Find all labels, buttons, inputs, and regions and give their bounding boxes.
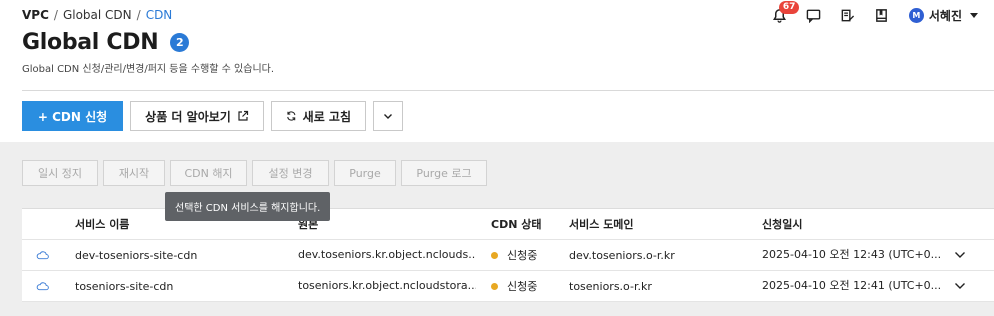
table-row[interactable]: toseniors-site-cdn toseniors.kr.object.n…: [22, 271, 994, 302]
guide-button[interactable]: [865, 4, 899, 26]
book-icon: [876, 8, 888, 22]
cdn-list-panel: 일시 정지 재시작 CDN 해지 설정 변경 Purge Purge 로그 선택…: [0, 142, 994, 316]
more-actions-dropdown[interactable]: [373, 101, 403, 131]
user-menu[interactable]: M 서혜진: [908, 7, 978, 24]
apply-cdn-button[interactable]: + CDN 신청: [22, 101, 123, 131]
breadcrumb-cdn[interactable]: CDN: [146, 8, 173, 22]
status-text: 신청중: [507, 280, 538, 293]
breadcrumb-vpc[interactable]: VPC: [22, 8, 49, 22]
cdn-table: 서비스 이름 원본 CDN 상태 서비스 도메인 신청일시 dev-toseni…: [22, 208, 994, 302]
breadcrumb: VPC / Global CDN / CDN: [22, 8, 172, 22]
status-dot-icon: [491, 251, 498, 259]
chevron-down-icon: [955, 252, 965, 258]
action-bar: + CDN 신청 상품 더 알아보기 새로 고침: [22, 101, 403, 131]
memo-button[interactable]: [831, 4, 865, 26]
learn-more-label: 상품 더 알아보기: [145, 109, 231, 124]
cell-date-text: 2025-04-10 오전 12:41 (UTC+0...: [762, 279, 940, 292]
breadcrumb-global-cdn[interactable]: Global CDN: [63, 8, 132, 22]
cell-status: 신청중: [491, 271, 561, 301]
expand-row-button[interactable]: [954, 240, 974, 270]
cell-origin: toseniors.kr.object.ncloudstora...: [298, 271, 476, 301]
learn-more-button[interactable]: 상품 더 알아보기: [130, 101, 264, 131]
col-header-domain[interactable]: 서비스 도메인: [569, 209, 749, 239]
cell-date-text: 2025-04-10 오전 12:43 (UTC+0...: [762, 248, 940, 261]
terminate-cdn-button[interactable]: CDN 해지: [170, 160, 247, 186]
cloud-icon: [36, 240, 56, 270]
cell-status: 신청중: [491, 240, 561, 270]
cell-date: 2025-04-10 오전 12:41 (UTC+0...: [762, 271, 940, 301]
cell-name: dev-toseniors-site-cdn: [75, 248, 198, 262]
col-header-status[interactable]: CDN 상태: [491, 209, 561, 239]
breadcrumb-separator: /: [53, 8, 58, 22]
chevron-down-icon: [955, 283, 965, 289]
page-title: Global CDN: [22, 30, 159, 55]
restart-button[interactable]: 재시작: [103, 160, 165, 186]
status-dot-icon: [491, 282, 498, 290]
col-header-date[interactable]: 신청일시: [762, 209, 940, 239]
avatar: M: [908, 7, 924, 23]
page-header: Global CDN 2: [22, 30, 190, 55]
purge-log-button[interactable]: Purge 로그: [401, 160, 487, 186]
cloud-icon: [36, 271, 56, 301]
caret-down-icon: [970, 12, 978, 18]
expand-row-button[interactable]: [954, 271, 974, 301]
chevron-down-icon: [384, 114, 392, 119]
pause-button[interactable]: 일시 정지: [22, 160, 98, 186]
divider: [22, 90, 994, 91]
cell-name: toseniors-site-cdn: [75, 279, 174, 293]
chat-button[interactable]: [797, 4, 831, 26]
cell-origin: dev.toseniors.kr.object.nclouds...: [298, 240, 476, 270]
status-text: 신청중: [507, 249, 538, 262]
cell-date: 2025-04-10 오전 12:43 (UTC+0...: [762, 240, 940, 270]
external-link-icon: [238, 110, 248, 121]
list-toolbar: 일시 정지 재시작 CDN 해지 설정 변경 Purge Purge 로그: [22, 160, 487, 186]
cell-origin-text: dev.toseniors.kr.object.nclouds...: [298, 248, 476, 261]
breadcrumb-separator: /: [136, 8, 141, 22]
cell-origin-text: toseniors.kr.object.ncloudstora...: [298, 279, 476, 292]
refresh-label: 새로 고침: [302, 109, 351, 124]
change-settings-button[interactable]: 설정 변경: [252, 160, 329, 186]
tooltip: 선택한 CDN 서비스를 해지합니다.: [165, 192, 331, 221]
user-name: 서혜진: [928, 8, 962, 23]
item-count-badge: 2: [170, 33, 190, 52]
chat-icon: [807, 9, 821, 23]
cell-domain: toseniors.o-r.kr: [569, 279, 652, 293]
table-row[interactable]: dev-toseniors-site-cdn dev.toseniors.kr.…: [22, 240, 994, 271]
notification-button[interactable]: 67: [763, 1, 800, 26]
refresh-button[interactable]: 새로 고침: [271, 101, 366, 131]
edit-note-icon: [842, 9, 855, 21]
page-description: Global CDN 신청/관리/변경/퍼지 등을 수행할 수 있습니다.: [22, 64, 275, 75]
header-toolbar: 67 M 서혜진: [763, 1, 978, 26]
refresh-icon: [287, 111, 296, 121]
cell-domain: dev.toseniors.o-r.kr: [569, 248, 675, 262]
purge-button[interactable]: Purge: [334, 160, 396, 186]
